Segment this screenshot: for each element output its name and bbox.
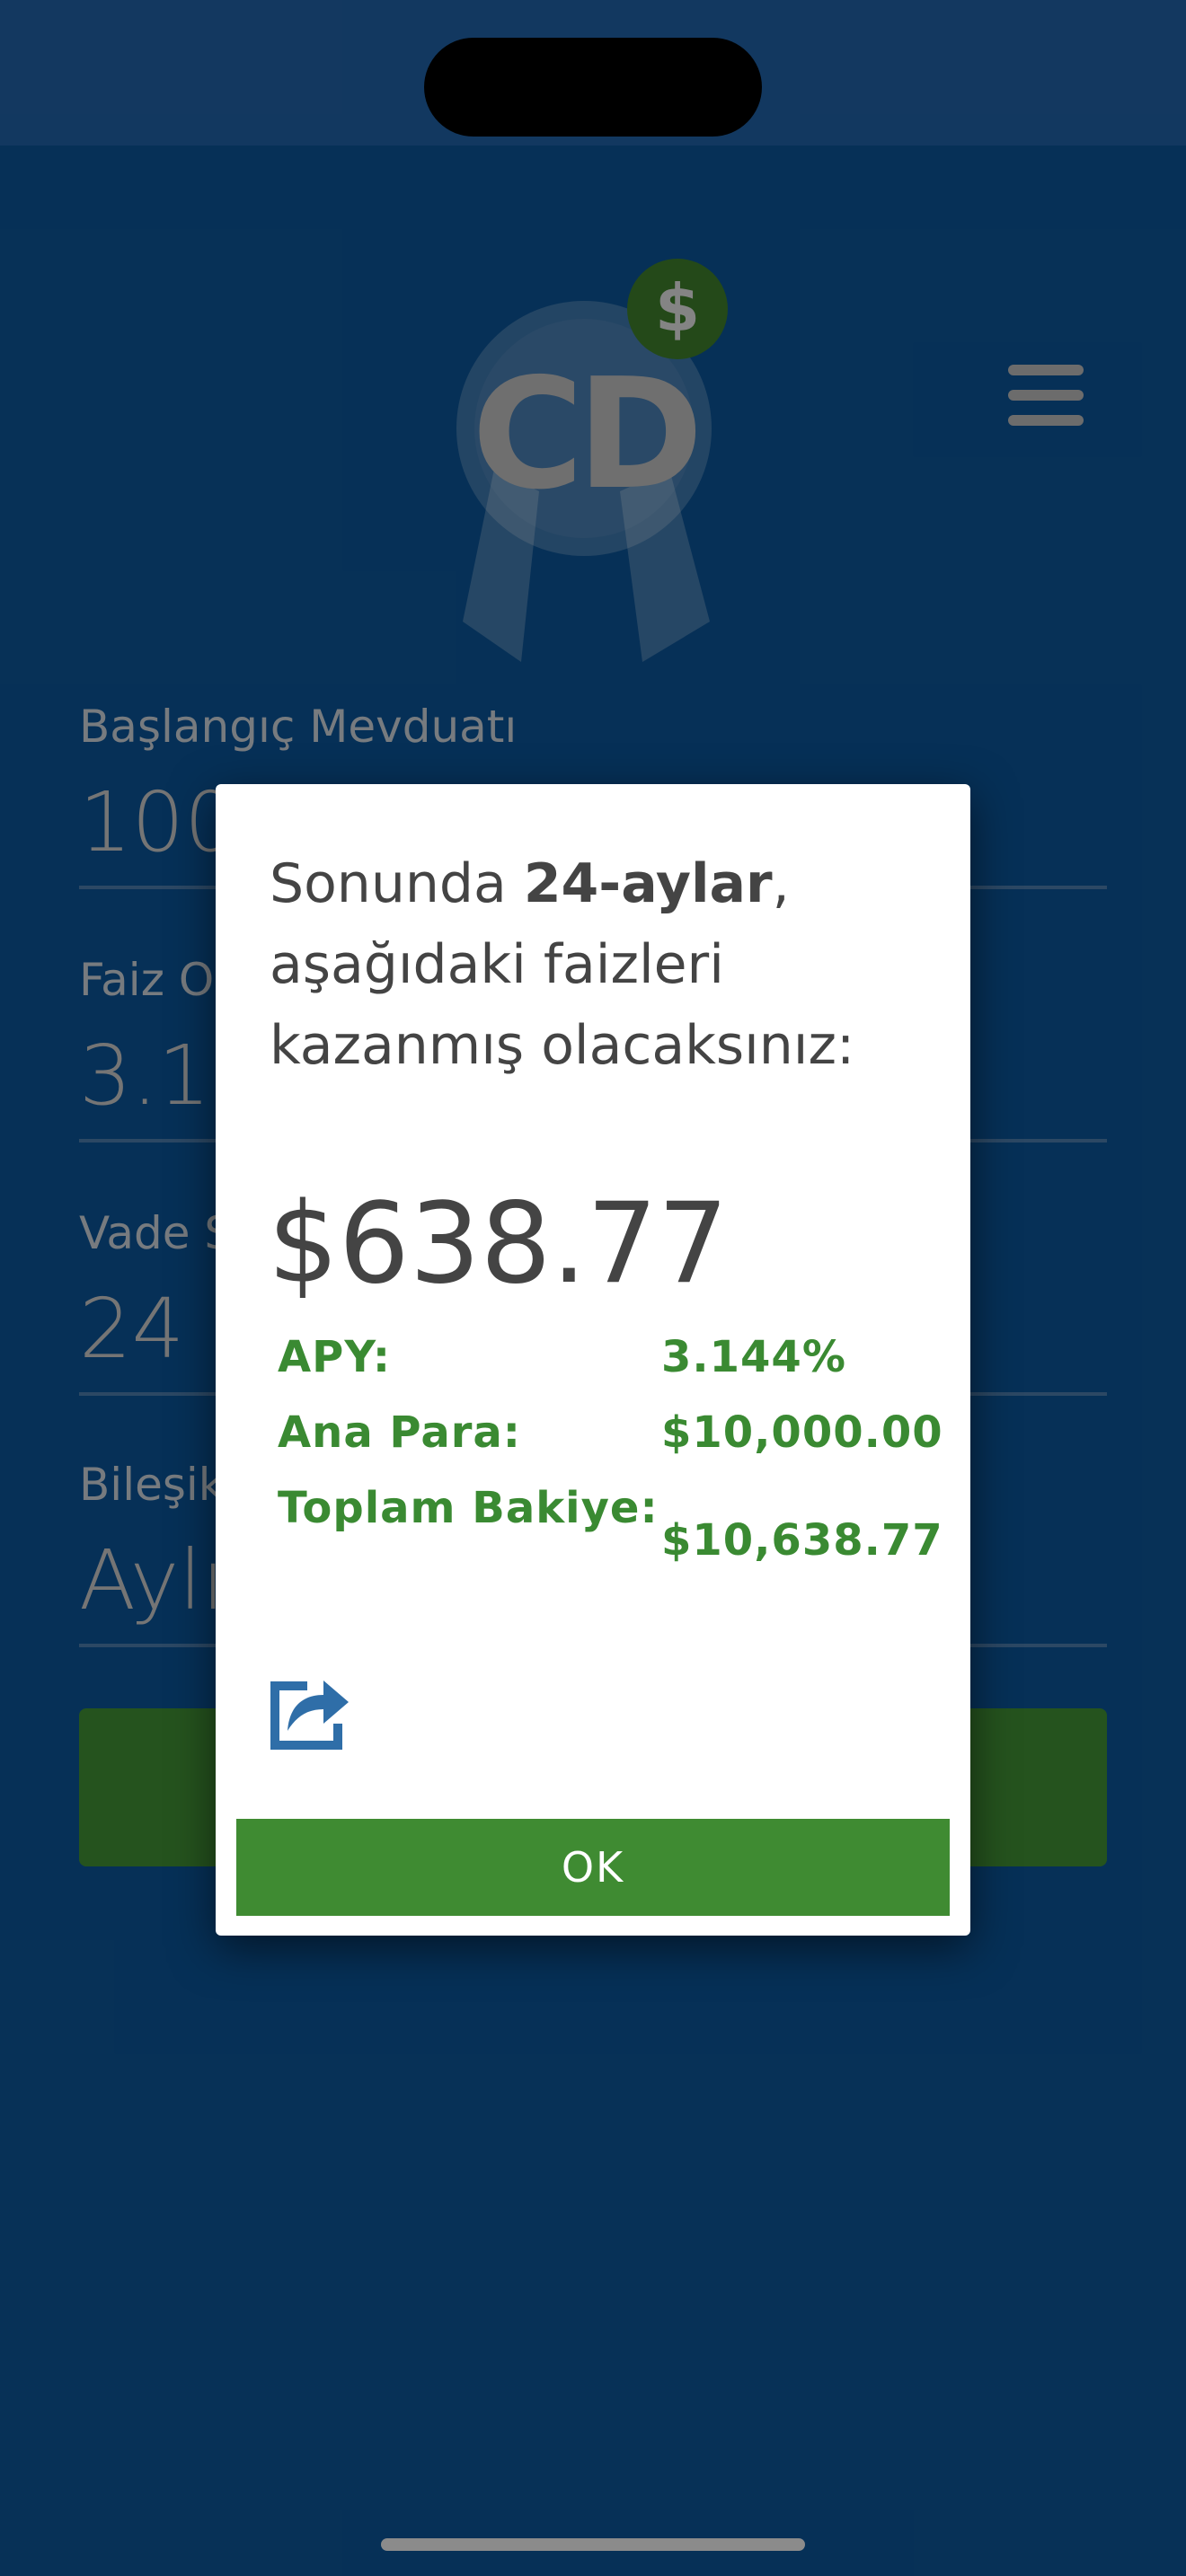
total-balance-value: $10,638.77 bbox=[661, 1515, 943, 1566]
term-highlight: 24-aylar bbox=[523, 852, 773, 915]
result-message: Sonunda 24-aylar, aşağıdaki faizleri kaz… bbox=[270, 843, 925, 1086]
principal-label: Ana Para: bbox=[278, 1407, 521, 1458]
result-dialog: Sonunda 24-aylar, aşağıdaki faizleri kaz… bbox=[216, 784, 970, 1936]
share-icon[interactable] bbox=[268, 1673, 350, 1752]
apy-value: 3.144% bbox=[661, 1332, 846, 1382]
apy-label: APY: bbox=[278, 1332, 392, 1382]
total-balance-label: Toplam Bakiye: bbox=[278, 1483, 659, 1533]
message-prefix: Sonunda bbox=[270, 852, 524, 915]
home-indicator[interactable] bbox=[381, 2538, 805, 2551]
interest-amount: $638.77 bbox=[268, 1179, 729, 1309]
principal-value: $10,000.00 bbox=[661, 1407, 943, 1458]
ok-button[interactable]: OK bbox=[236, 1819, 950, 1916]
